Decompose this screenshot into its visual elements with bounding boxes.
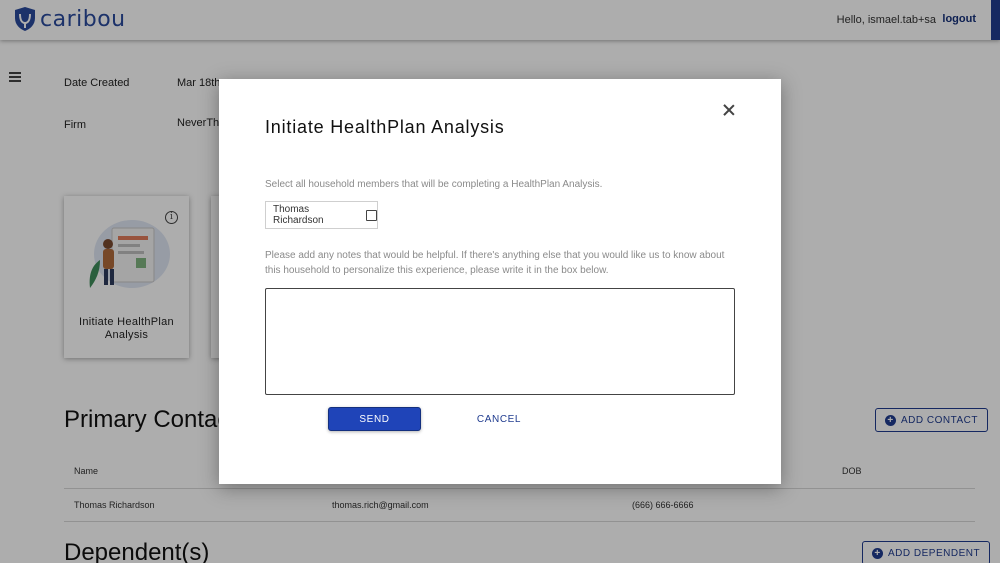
member-selection-instruction: Select all household members that will b… <box>265 179 603 190</box>
healthplan-analysis-dialog: Initiate HealthPlan Analysis Select all … <box>219 79 781 484</box>
notes-textarea[interactable] <box>265 288 735 395</box>
dialog-title: Initiate HealthPlan Analysis <box>265 117 505 137</box>
close-icon[interactable] <box>722 103 736 117</box>
household-member-option[interactable]: Thomas Richardson <box>265 201 378 229</box>
cancel-button[interactable]: CANCEL <box>469 407 529 431</box>
notes-instruction: Please add any notes that would be helpf… <box>265 250 725 276</box>
member-checkbox[interactable] <box>366 209 377 221</box>
send-button[interactable]: SEND <box>328 407 421 431</box>
member-name: Thomas Richardson <box>273 204 324 226</box>
